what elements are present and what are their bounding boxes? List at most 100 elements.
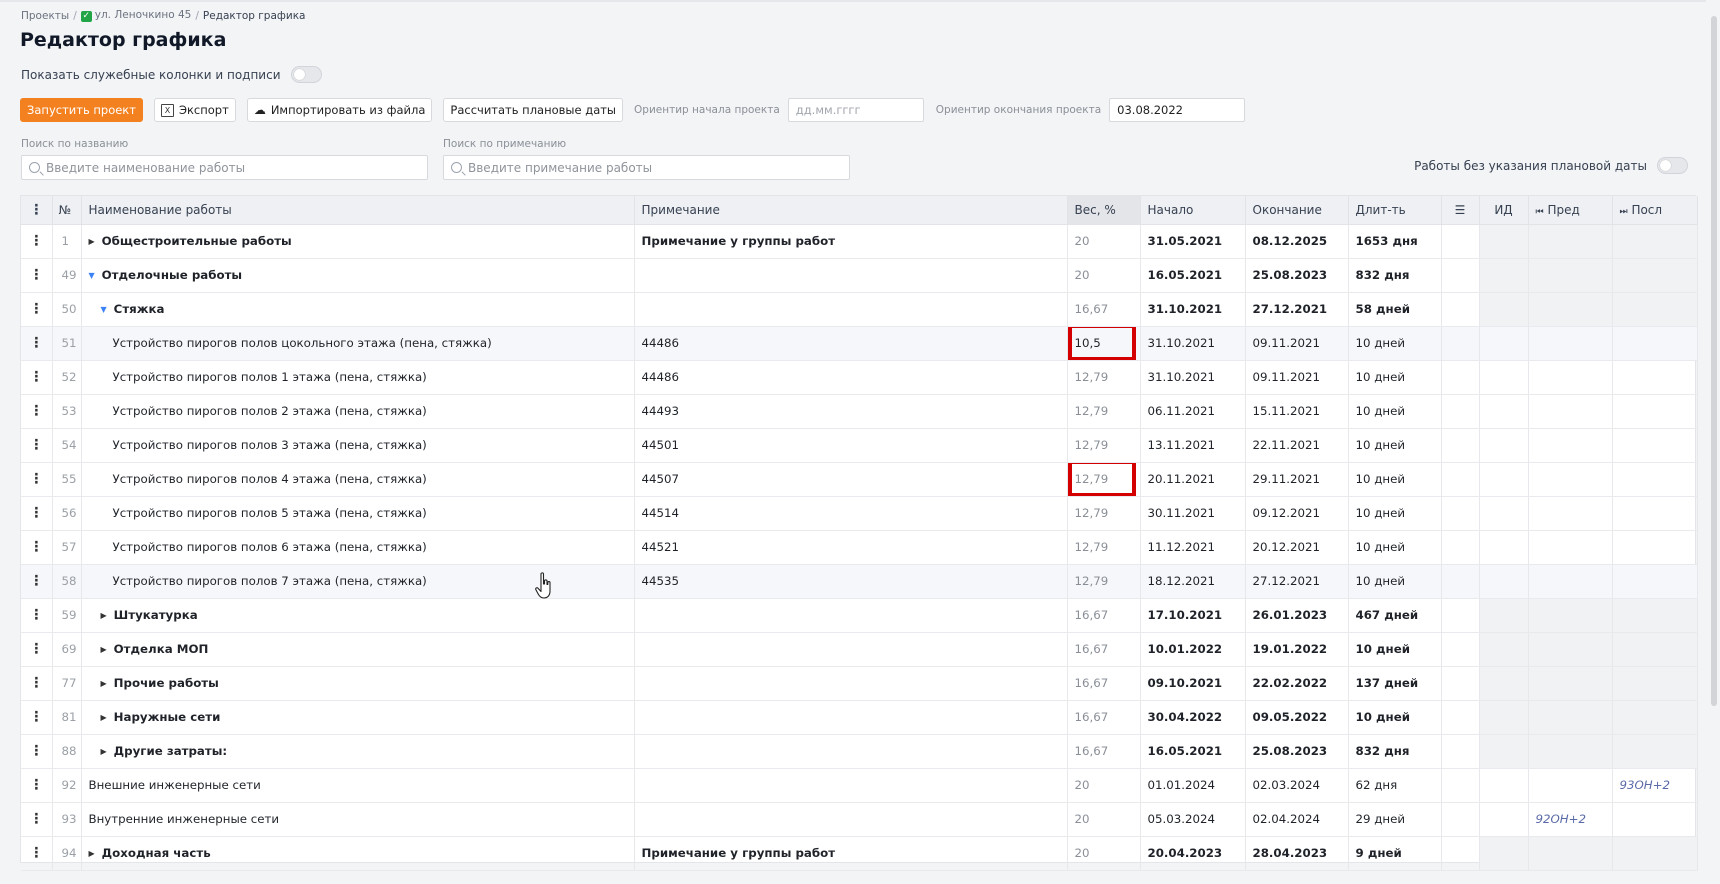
work-succ[interactable] <box>1612 224 1698 259</box>
work-name[interactable]: Устройство пирогов полов 2 этажа (пена, … <box>81 394 635 429</box>
work-note[interactable]: Примечание у группы работ <box>634 224 1068 259</box>
table-row[interactable]: ⋮ 93 Внутренние инженерные сети 20 05.03.202… <box>21 802 1698 837</box>
work-start[interactable]: 05.03.2024 <box>1140 802 1246 837</box>
work-start[interactable]: 13.11.2021 <box>1140 428 1246 463</box>
table-row[interactable]: ⋮ 88 ▶ Другие затраты: 16,67 16.05.2021 25.08.… <box>21 734 1698 769</box>
work-name[interactable]: Внутренние инженерные сети <box>81 802 635 837</box>
col-name[interactable]: Наименование работы <box>81 196 635 225</box>
work-succ[interactable] <box>1612 258 1698 293</box>
col-start[interactable]: Начало <box>1140 196 1246 225</box>
work-succ[interactable] <box>1612 394 1698 429</box>
table-row[interactable]: ⋮ 51 Устройство пирогов полов цокольного э… <box>21 326 1698 361</box>
work-note[interactable]: 44521 <box>634 530 1068 565</box>
work-note[interactable] <box>634 768 1068 803</box>
work-weight[interactable]: 12,79 <box>1067 360 1141 395</box>
work-duration[interactable]: 10 дней <box>1348 462 1442 497</box>
row-menu-icon[interactable]: ⋮ <box>21 462 53 497</box>
page-scrollbar[interactable] <box>1706 0 1720 884</box>
work-note[interactable]: 44486 <box>634 326 1068 361</box>
row-menu-icon[interactable]: ⋮ <box>21 530 53 565</box>
work-name[interactable]: Устройство пирогов полов 4 этажа (пена, … <box>81 462 635 497</box>
work-note[interactable] <box>634 802 1068 837</box>
row-menu-icon[interactable]: ⋮ <box>21 496 53 531</box>
work-end[interactable]: 22.02.2022 <box>1245 666 1349 701</box>
work-weight[interactable]: 16,67 <box>1067 666 1141 701</box>
row-menu-icon[interactable]: ⋮ <box>21 258 53 293</box>
col-duration[interactable]: Длит-ть <box>1348 196 1442 225</box>
work-duration[interactable]: 832 дня <box>1348 734 1442 769</box>
work-end[interactable]: 02.04.2024 <box>1245 802 1349 837</box>
work-name[interactable]: ▶ Штукатурка <box>81 598 635 633</box>
row-menu-icon[interactable]: ⋮ <box>21 428 53 463</box>
table-row[interactable]: ⋮ 54 Устройство пирогов полов 3 этажа (пен… <box>21 428 1698 463</box>
work-weight[interactable]: 10,5 <box>1067 326 1141 361</box>
work-name[interactable]: ▶ Доходная часть <box>81 836 635 871</box>
work-pred[interactable] <box>1528 530 1613 565</box>
work-end[interactable]: 22.11.2021 <box>1245 428 1349 463</box>
work-pred[interactable] <box>1528 632 1613 667</box>
pred-link[interactable]: 92ОН+2 <box>1536 812 1587 826</box>
table-row[interactable]: ⋮ 69 ▶ Отделка МОП 16,67 10.01.2022 19.01.2022… <box>21 632 1698 667</box>
row-menu-icon[interactable]: ⋮ <box>21 768 53 803</box>
work-succ[interactable] <box>1612 360 1698 395</box>
work-name[interactable]: Устройство пирогов полов 6 этажа (пена, … <box>81 530 635 565</box>
caret-right-icon[interactable]: ▶ <box>89 849 95 858</box>
work-end[interactable]: 20.12.2021 <box>1245 530 1349 565</box>
work-start[interactable]: 30.11.2021 <box>1140 496 1246 531</box>
table-row[interactable]: ⋮ 77 ▶ Прочие работы 16,67 09.10.2021 22.02.20… <box>21 666 1698 701</box>
work-duration[interactable]: 62 дня <box>1348 768 1442 803</box>
table-row[interactable]: ⋮ 1 ▶ Общестроительные работы Примечание у г… <box>21 224 1698 259</box>
work-pred[interactable] <box>1528 326 1613 361</box>
work-note[interactable]: 44514 <box>634 496 1068 531</box>
work-end[interactable]: 09.11.2021 <box>1245 326 1349 361</box>
work-end[interactable]: 19.01.2022 <box>1245 632 1349 667</box>
work-note[interactable] <box>634 292 1068 327</box>
work-pred[interactable] <box>1528 428 1613 463</box>
work-end[interactable]: 15.11.2021 <box>1245 394 1349 429</box>
work-weight[interactable]: 20 <box>1067 836 1141 871</box>
work-name[interactable]: ▶ Отделка МОП <box>81 632 635 667</box>
col-num[interactable]: № <box>52 196 82 225</box>
work-duration[interactable]: 467 дней <box>1348 598 1442 633</box>
name-search-input[interactable]: Введите наименование работы <box>21 155 428 180</box>
work-pred[interactable] <box>1528 836 1613 871</box>
work-end[interactable]: 26.01.2023 <box>1245 598 1349 633</box>
work-duration[interactable]: 10 дней <box>1348 632 1442 667</box>
work-succ[interactable] <box>1612 462 1698 497</box>
work-succ[interactable] <box>1612 836 1698 871</box>
work-pred[interactable] <box>1528 462 1613 497</box>
work-note[interactable] <box>634 598 1068 633</box>
work-duration[interactable]: 10 дней <box>1348 326 1442 361</box>
work-name[interactable]: ▼ Стяжка <box>81 292 635 327</box>
scrollbar-thumb[interactable] <box>1711 16 1717 706</box>
work-succ[interactable] <box>1612 802 1698 837</box>
row-menu-icon[interactable]: ⋮ <box>21 292 53 327</box>
row-menu-icon[interactable]: ⋮ <box>21 598 53 633</box>
work-weight[interactable]: 20 <box>1067 224 1141 259</box>
table-row[interactable]: ⋮ 57 Устройство пирогов полов 6 этажа (пен… <box>21 530 1698 565</box>
work-end[interactable]: 09.05.2022 <box>1245 700 1349 735</box>
work-start[interactable]: 31.10.2021 <box>1140 292 1246 327</box>
work-start[interactable]: 16.05.2021 <box>1140 258 1246 293</box>
work-note[interactable]: 44507 <box>634 462 1068 497</box>
work-succ[interactable] <box>1612 428 1698 463</box>
col-end[interactable]: Окончание <box>1245 196 1349 225</box>
caret-down-icon[interactable]: ▼ <box>101 305 107 314</box>
row-menu-icon[interactable]: ⋮ <box>21 666 53 701</box>
breadcrumb-root[interactable]: Проекты <box>21 10 69 22</box>
start-orient-input[interactable]: дд.мм.гггг <box>787 98 924 122</box>
row-menu-icon[interactable]: ⋮ <box>21 836 53 871</box>
work-name[interactable]: ▶ Другие затраты: <box>81 734 635 769</box>
caret-right-icon[interactable]: ▶ <box>101 645 107 654</box>
work-end[interactable]: 25.08.2023 <box>1245 734 1349 769</box>
work-name[interactable]: Устройство пирогов полов 5 этажа (пена, … <box>81 496 635 531</box>
col-weight[interactable]: Вес, % <box>1067 196 1141 225</box>
table-row[interactable]: ⋮ 49 ▼ Отделочные работы 20 16.05.2021 25.08.2… <box>21 258 1698 293</box>
work-start[interactable]: 18.12.2021 <box>1140 564 1246 599</box>
row-menu-icon[interactable]: ⋮ <box>21 224 53 259</box>
work-name[interactable]: Устройство пирогов полов цокольного этаж… <box>81 326 635 361</box>
row-menu-icon[interactable]: ⋮ <box>21 802 53 837</box>
work-note[interactable]: 44493 <box>634 394 1068 429</box>
work-start[interactable]: 01.01.2024 <box>1140 768 1246 803</box>
work-start[interactable]: 16.05.2021 <box>1140 734 1246 769</box>
